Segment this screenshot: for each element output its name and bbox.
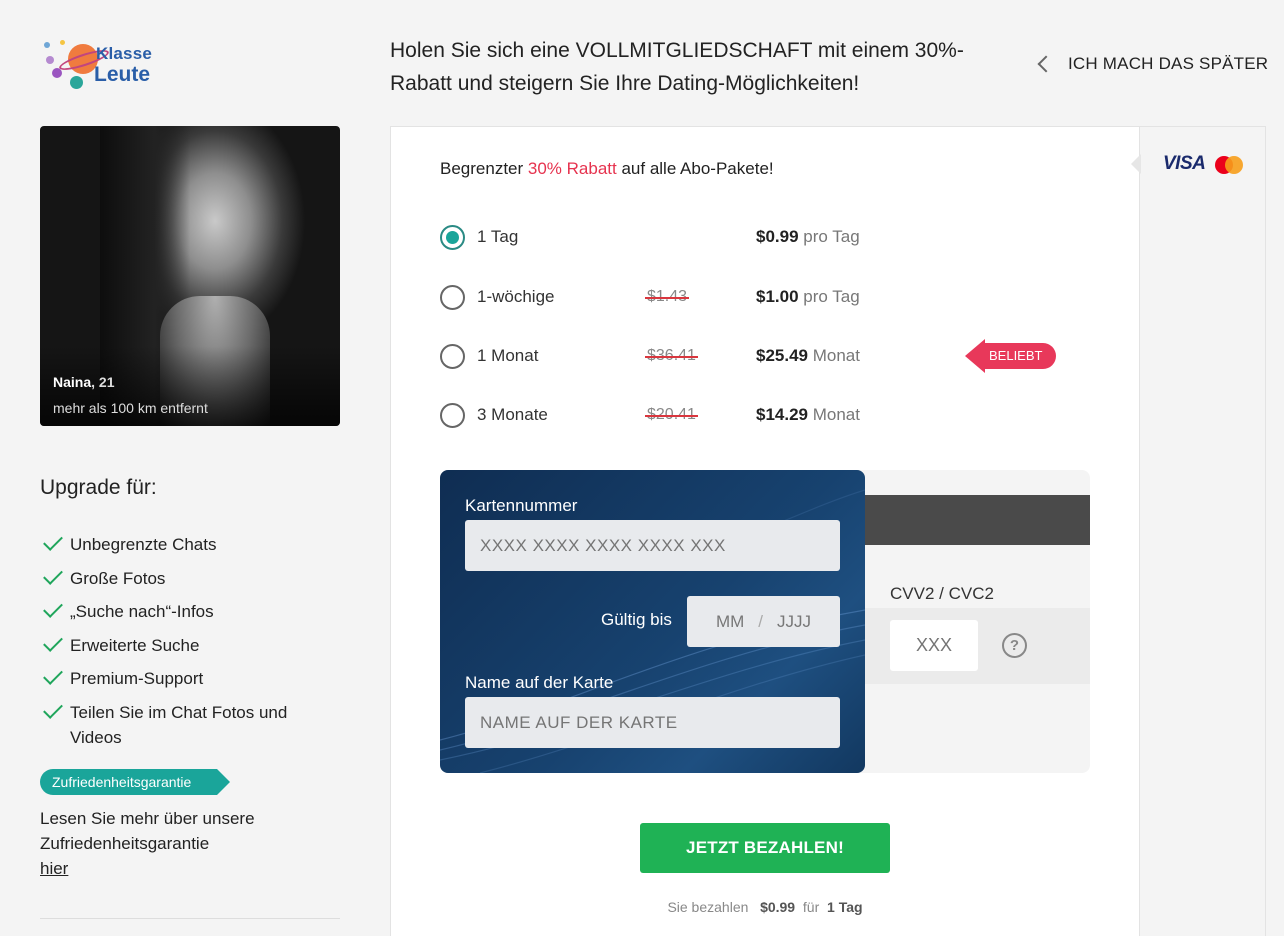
card-name-input[interactable] bbox=[465, 697, 840, 748]
feature-label: Premium-Support bbox=[70, 669, 204, 688]
profile-name: Naina bbox=[53, 374, 92, 390]
later-link[interactable]: ICH MACH DAS SPÄTER bbox=[1034, 54, 1268, 74]
card-number-input[interactable] bbox=[465, 520, 840, 571]
profile-age: 21 bbox=[98, 374, 115, 390]
check-icon bbox=[43, 598, 63, 618]
payment-methods-sidebar bbox=[1140, 126, 1266, 936]
radio-unselected[interactable] bbox=[440, 285, 465, 310]
plan-option-1-week[interactable]: 1-wöchige $1.43 $1.00 pro Tag bbox=[440, 285, 1060, 311]
check-icon bbox=[43, 631, 63, 652]
guarantee-link[interactable]: hier bbox=[40, 856, 68, 881]
check-icon bbox=[43, 698, 63, 719]
sidebar-notch bbox=[1131, 154, 1141, 174]
guarantee-text: Lesen Sie mehr über unsere Zufriedenheit… bbox=[40, 809, 255, 853]
feature-item: Teilen Sie im Chat Fotos und Videos bbox=[40, 698, 340, 750]
summary-for: für bbox=[802, 899, 820, 915]
feature-item: Große Fotos bbox=[40, 564, 340, 591]
logo-dot bbox=[60, 40, 65, 45]
feature-item: Erweiterte Suche bbox=[40, 631, 340, 658]
plan-price: $0.99 pro Tag bbox=[756, 227, 860, 246]
radio-unselected[interactable] bbox=[440, 403, 465, 428]
profile-card[interactable]: Naina, 21 mehr als 100 km entfernt bbox=[40, 126, 340, 426]
check-icon bbox=[43, 665, 63, 685]
plan-name: 1-wöchige bbox=[477, 287, 555, 306]
profile-distance: mehr als 100 km entfernt bbox=[53, 400, 208, 416]
mastercard-icon[interactable] bbox=[1215, 156, 1245, 174]
plan-price: $25.49 Monat bbox=[756, 346, 860, 365]
promo-text: Begrenzter 30% Rabatt auf alle Abo-Paket… bbox=[440, 159, 774, 179]
plan-old-price: $1.43 bbox=[644, 288, 690, 305]
payment-summary: Sie bezahlen $0.99 für 1 Tag bbox=[390, 899, 1140, 915]
radio-selected[interactable] bbox=[440, 225, 465, 250]
cvv-input[interactable] bbox=[890, 620, 978, 671]
profile-name-age: Naina, 21 bbox=[53, 374, 115, 390]
check-icon bbox=[43, 531, 63, 551]
guarantee-badge: Zufriedenheitsgarantie bbox=[40, 769, 231, 795]
visa-icon[interactable]: VISA bbox=[1163, 153, 1206, 175]
feature-label: Unbegrenzte Chats bbox=[70, 535, 217, 554]
feature-item: Premium-Support bbox=[40, 665, 340, 691]
feature-label: Große Fotos bbox=[70, 568, 166, 588]
plan-old-price: $36.41 bbox=[645, 347, 698, 364]
pay-now-button[interactable]: JETZT BEZAHLEN! bbox=[640, 823, 890, 873]
check-icon bbox=[43, 564, 63, 585]
plan-option-3-months[interactable]: 3 Monate $20.41 $14.29 Monat bbox=[440, 403, 1060, 429]
plan-name: 3 Monate bbox=[477, 405, 548, 424]
radio-unselected[interactable] bbox=[440, 344, 465, 369]
logo-dot bbox=[46, 56, 54, 64]
expiry-label: Gültig bis bbox=[601, 610, 672, 629]
plan-old-price: $20.41 bbox=[645, 406, 698, 423]
page-headline: Holen Sie sich eine VOLLMITGLIEDSCHAFT m… bbox=[390, 39, 964, 95]
expiry-year[interactable]: JJJJ bbox=[777, 612, 811, 632]
plan-name: 1 Tag bbox=[477, 227, 519, 246]
summary-amount: $0.99 bbox=[760, 899, 796, 915]
feature-label: „Suche nach“-Infos bbox=[70, 602, 214, 621]
feature-label: Erweiterte Suche bbox=[70, 635, 200, 655]
logo-dot bbox=[44, 42, 50, 48]
expiry-month[interactable]: MM bbox=[716, 612, 744, 632]
promo-prefix: Begrenzter bbox=[440, 159, 528, 178]
feature-label: Teilen Sie im Chat Fotos und Videos bbox=[70, 702, 288, 747]
card-number-label: Kartennummer bbox=[465, 496, 578, 515]
expiry-field[interactable]: MM / JJJJ bbox=[687, 596, 840, 647]
expiry-separator: / bbox=[758, 611, 764, 631]
card-name-label: Name auf der Karte bbox=[465, 673, 614, 692]
guarantee-read-more: Lesen Sie mehr über unsere Zufriedenheit… bbox=[40, 806, 300, 881]
cvv-help-icon[interactable]: ? bbox=[1002, 633, 1027, 658]
cvv-label: CVV2 / CVC2 bbox=[890, 584, 994, 603]
logo[interactable]: Klasse Leute bbox=[40, 38, 170, 94]
feature-item: Unbegrenzte Chats bbox=[40, 531, 340, 557]
logo-text-line1: Klasse bbox=[96, 44, 153, 63]
divider bbox=[40, 918, 340, 919]
upgrade-title: Upgrade für: bbox=[40, 476, 157, 499]
summary-prefix: Sie bezahlen bbox=[667, 899, 749, 915]
feature-item: „Suche nach“-Infos bbox=[40, 598, 340, 624]
promo-highlight: 30% Rabatt bbox=[527, 159, 617, 178]
plan-option-1-day[interactable]: 1 Tag $0.99 pro Tag bbox=[440, 225, 1060, 251]
logo-dot bbox=[70, 76, 83, 89]
plan-name: 1 Monat bbox=[477, 346, 539, 365]
feature-list: Unbegrenzte Chats Große Fotos „Suche nac… bbox=[40, 531, 340, 758]
promo-suffix: auf alle Abo-Pakete! bbox=[616, 159, 774, 178]
plan-price: $14.29 Monat bbox=[756, 405, 860, 424]
summary-plan: 1 Tag bbox=[827, 899, 863, 915]
plan-price: $1.00 pro Tag bbox=[756, 287, 860, 306]
logo-text-line2: Leute bbox=[94, 63, 151, 86]
popular-badge: BELIEBT bbox=[964, 339, 1057, 373]
chevron-left-icon bbox=[1037, 55, 1055, 73]
later-label: ICH MACH DAS SPÄTER bbox=[1068, 54, 1269, 73]
